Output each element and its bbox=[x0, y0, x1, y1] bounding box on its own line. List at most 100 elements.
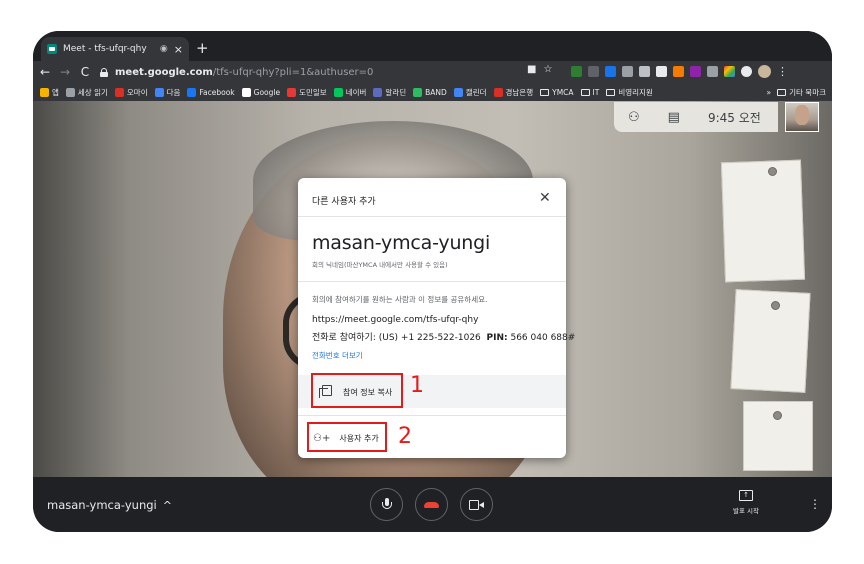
bookmark-folder[interactable]: 비영리지원 bbox=[606, 87, 653, 98]
other-bookmarks-label: 기타 북마크 bbox=[789, 87, 826, 97]
audio-playing-icon: ◉ bbox=[159, 44, 168, 54]
bookmark-folder[interactable]: IT bbox=[580, 87, 600, 97]
chevron-up-icon: ^ bbox=[162, 499, 172, 512]
browser-menu-icon[interactable]: ⋮ bbox=[777, 65, 788, 78]
reload-button[interactable]: C bbox=[75, 65, 95, 79]
bookmark-item[interactable]: Google bbox=[241, 87, 281, 97]
bookmark-item[interactable]: 오마이 bbox=[114, 87, 148, 98]
address-bar[interactable]: meet.google.com /tfs-ufqr-qhy?pli=1&auth… bbox=[100, 64, 570, 80]
annotation-number-2: 2 bbox=[398, 424, 412, 449]
bookmark-favicon-icon bbox=[114, 87, 124, 97]
tab-close-icon[interactable]: × bbox=[174, 43, 183, 56]
present-screen-icon: ↑ bbox=[739, 490, 753, 501]
bookmark-favicon-icon bbox=[373, 87, 383, 97]
chat-icon[interactable]: ▤ bbox=[668, 110, 680, 125]
mic-button[interactable] bbox=[370, 488, 403, 521]
share-instructions: 회의에 참여하기를 원하는 사람과 이 정보를 공유하세요. bbox=[312, 295, 488, 304]
camera-icon bbox=[469, 499, 484, 510]
annotation-number-1: 1 bbox=[410, 373, 424, 398]
camera-in-use-icon[interactable]: ■ bbox=[527, 64, 536, 75]
dial-in-number: 전화로 참여하기: (US) +1 225-522-1026 bbox=[312, 333, 481, 343]
bookmark-favicon-icon bbox=[333, 87, 343, 97]
folder-icon bbox=[777, 88, 787, 96]
bookmark-favicon-icon bbox=[413, 87, 423, 97]
meeting-controls-bar: masan-ymca-yungi ^ ↑ 발표 시작 ⋮ bbox=[33, 477, 832, 532]
bookmark-item[interactable]: 네이버 bbox=[333, 87, 366, 98]
extension-icon[interactable] bbox=[639, 66, 650, 77]
bookmark-favicon-icon bbox=[453, 87, 463, 97]
annotation-box-1 bbox=[311, 373, 403, 408]
extension-icon[interactable] bbox=[571, 66, 582, 77]
bookmark-folder-label: YMCA bbox=[552, 87, 574, 97]
bookmark-favicon-icon bbox=[154, 87, 164, 97]
meeting-details-toggle[interactable]: masan-ymca-yungi ^ bbox=[47, 498, 172, 512]
bookmark-label: 캘린더 bbox=[465, 87, 487, 97]
divider bbox=[298, 216, 566, 217]
close-icon[interactable]: ✕ bbox=[539, 190, 551, 206]
bookmark-favicon-icon bbox=[187, 87, 197, 97]
people-icon[interactable]: ⚇ bbox=[628, 110, 640, 125]
bookmark-folder-label: IT bbox=[592, 87, 600, 97]
bookmark-item[interactable]: 알라딘 bbox=[373, 87, 406, 98]
bookmark-label: 알라딘 bbox=[385, 87, 407, 97]
extension-icon[interactable] bbox=[724, 66, 735, 77]
bookmark-item[interactable]: 캘린더 bbox=[453, 87, 487, 98]
more-options-icon[interactable]: ⋮ bbox=[809, 497, 821, 511]
profile-avatar[interactable] bbox=[758, 65, 771, 78]
extensions-puzzle-icon[interactable] bbox=[741, 66, 752, 77]
present-now-button[interactable]: ↑ 발표 시작 bbox=[726, 490, 766, 515]
bookmark-favicon-icon bbox=[65, 87, 75, 97]
tab-strip: Meet - tfs-ufqr-qhy ◉ × + bbox=[33, 31, 832, 61]
divider bbox=[298, 281, 566, 282]
extension-icon[interactable] bbox=[656, 66, 667, 77]
bookmark-favicon-icon bbox=[493, 87, 503, 97]
bookmark-item[interactable]: BAND bbox=[413, 87, 447, 97]
bookmark-label: Facebook bbox=[199, 87, 235, 97]
bookmarks-overflow-button[interactable]: » bbox=[767, 88, 772, 97]
url-path: /tfs-ufqr-qhy?pli=1&authuser=0 bbox=[212, 66, 374, 78]
tab-meet[interactable]: Meet - tfs-ufqr-qhy ◉ × bbox=[41, 37, 189, 61]
dial-in-info: 전화로 참여하기: (US) +1 225-522-1026 PIN: 566 … bbox=[312, 330, 575, 343]
microphone-icon bbox=[381, 497, 392, 512]
new-tab-button[interactable]: + bbox=[196, 39, 209, 57]
pin-icon bbox=[773, 411, 782, 420]
folder-icon bbox=[580, 88, 590, 96]
bookmark-label: Google bbox=[253, 87, 281, 97]
bookmark-item[interactable]: 세상 읽기 bbox=[65, 87, 108, 98]
pin-icon bbox=[771, 301, 780, 310]
bookmark-favicon-icon bbox=[241, 87, 251, 97]
self-view-face bbox=[795, 105, 809, 125]
bookmarks-bar: 앱 세상 읽기 오마이 다음 Facebook Google 도민일보 네이버 알라딘 BAND 캘… bbox=[33, 83, 832, 101]
bookmark-item[interactable]: Facebook bbox=[187, 87, 235, 97]
bookmark-star-icon[interactable]: ☆ bbox=[543, 64, 552, 75]
bookmark-label: BAND bbox=[425, 87, 447, 97]
back-button[interactable]: ← bbox=[35, 65, 55, 79]
tab-title: Meet - tfs-ufqr-qhy bbox=[63, 44, 147, 54]
extension-icon[interactable] bbox=[690, 66, 701, 77]
extension-icon[interactable] bbox=[707, 66, 718, 77]
extension-icon[interactable] bbox=[622, 66, 633, 77]
present-label: 발표 시작 bbox=[733, 507, 759, 515]
wall-notice bbox=[720, 159, 806, 283]
forward-button[interactable]: → bbox=[55, 65, 75, 79]
more-phone-numbers-link[interactable]: 전화번호 더보기 bbox=[312, 350, 363, 361]
extension-icon[interactable] bbox=[588, 66, 599, 77]
bookmark-item[interactable]: 앱 bbox=[40, 87, 59, 98]
folder-icon bbox=[606, 88, 616, 96]
other-bookmarks-button[interactable]: 기타 북마크 bbox=[777, 87, 826, 98]
extension-icon[interactable] bbox=[673, 66, 684, 77]
bookmark-label: 앱 bbox=[52, 87, 59, 97]
bookmark-folder[interactable]: YMCA bbox=[540, 87, 574, 97]
pin-value: 566 040 688# bbox=[510, 333, 576, 343]
bookmark-item[interactable]: 경남은행 bbox=[493, 87, 533, 98]
bookmark-item[interactable]: 도민일보 bbox=[287, 87, 327, 98]
hang-up-icon bbox=[424, 501, 439, 508]
meeting-clock: 9:45 오전 bbox=[707, 110, 761, 125]
bookmark-label: 세상 읽기 bbox=[77, 87, 108, 97]
annotation-box-2 bbox=[307, 422, 387, 452]
hang-up-button[interactable] bbox=[415, 488, 448, 521]
extension-icon[interactable] bbox=[605, 66, 616, 77]
pin-label: PIN: bbox=[486, 333, 508, 343]
camera-button[interactable] bbox=[460, 488, 493, 521]
bookmark-item[interactable]: 다음 bbox=[154, 87, 180, 98]
